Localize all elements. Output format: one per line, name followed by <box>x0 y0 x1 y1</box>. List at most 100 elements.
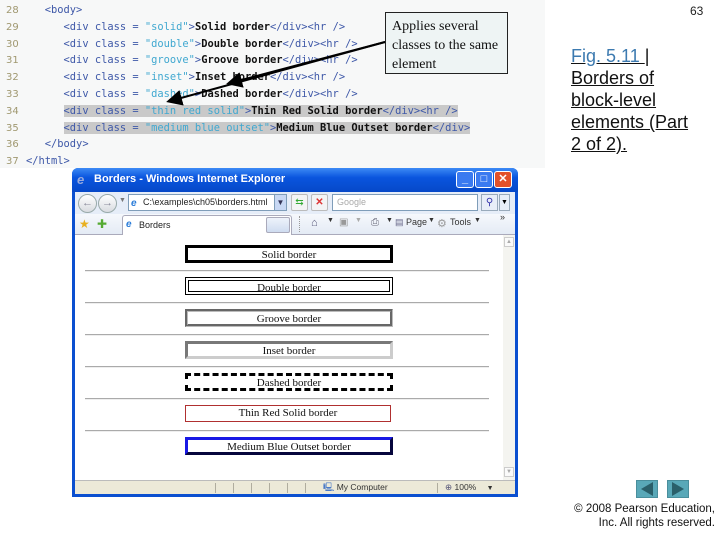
code-text: <div class = "double">Double border</div… <box>63 37 358 50</box>
prev-slide-button[interactable] <box>636 480 658 498</box>
zoom-level[interactable]: ⊕ 100% ▼ <box>445 482 494 493</box>
copyright-notice: © 2008 Pearson Education, Inc. All right… <box>560 502 715 530</box>
print-dropdown-icon[interactable]: ▼ <box>386 217 393 224</box>
line-number: 35 <box>6 122 19 134</box>
line-number: 28 <box>6 5 19 16</box>
horizontal-rule <box>85 270 489 272</box>
home-dropdown-icon[interactable]: ▼ <box>327 217 334 224</box>
code-text: <div class = "groove">Groove border</div… <box>63 54 358 67</box>
next-slide-button[interactable] <box>667 480 689 498</box>
feeds-dropdown-icon[interactable]: ▼ <box>355 217 362 224</box>
search-icon: ⚲ <box>485 197 494 208</box>
slide-number: 63 <box>690 4 704 18</box>
zoom-value: 100% <box>454 482 477 492</box>
title-bar[interactable]: e Borders - Windows Internet Explorer _ … <box>72 168 518 192</box>
minimize-button[interactable]: _ <box>456 171 474 188</box>
zone-label: My Computer <box>336 482 388 492</box>
refresh-icon: ⇆ <box>295 197 304 208</box>
back-arrow-icon: ← <box>82 197 93 209</box>
forward-arrow-icon: → <box>102 197 113 209</box>
border-demo-box: Thin Red Solid border <box>185 405 391 422</box>
code-text: <div class = "dashed">Dashed border</div… <box>63 88 358 100</box>
page-menu-icon: ▤ <box>395 217 404 227</box>
line-number: 37 <box>6 156 19 168</box>
figure-link[interactable]: Fig. 5.11 <box>571 46 645 66</box>
code-listing: 28 <body> 29 <div class = "solid">Solid b… <box>0 0 545 168</box>
stop-button[interactable]: ✕ <box>311 194 328 211</box>
horizontal-rule <box>85 430 489 432</box>
border-demo-box: Groove border <box>185 309 393 327</box>
zoom-icon: ⊕ <box>445 482 453 492</box>
scroll-up-icon[interactable]: ▲ <box>504 237 514 247</box>
code-text: </body> <box>44 138 89 151</box>
maximize-button[interactable]: □ <box>475 171 493 188</box>
print-icon[interactable]: ⎙ <box>371 217 379 228</box>
line-number: 30 <box>6 38 19 50</box>
tab-label: Borders <box>139 220 171 230</box>
tools-gear-icon: ⚙ <box>437 218 447 230</box>
border-demo-box: Double border <box>185 277 393 295</box>
zoom-dropdown-icon[interactable]: ▼ <box>487 485 494 492</box>
horizontal-rule <box>85 334 489 336</box>
status-bar: 🖳 My Computer ⊕ 100% ▼ <box>75 480 515 494</box>
feeds-icon[interactable]: ▣ <box>339 217 348 228</box>
toolbar-divider <box>299 216 300 232</box>
add-favorites-icon[interactable]: ✚ <box>97 217 107 231</box>
line-number: 32 <box>6 72 19 84</box>
scroll-down-icon[interactable]: ▼ <box>504 467 514 477</box>
address-bar[interactable]: e C:\examples\ch05\borders.html <box>128 194 286 211</box>
stop-icon: ✕ <box>315 197 324 208</box>
prev-slide-icon <box>641 482 653 496</box>
figure-caption: Fig. 5.11 | Borders of block-level eleme… <box>571 45 701 155</box>
close-button[interactable]: ✕ <box>494 171 512 188</box>
tools-dropdown-icon[interactable]: ▼ <box>474 217 481 224</box>
border-demo-box: Medium Blue Outset border <box>185 437 393 455</box>
window-title: Borders - Windows Internet Explorer <box>94 173 286 185</box>
line-number: 29 <box>6 21 19 33</box>
search-input[interactable]: Google <box>332 194 478 211</box>
page-dropdown-icon[interactable]: ▼ <box>428 217 435 224</box>
tab-bar: ★ ✚ e Borders ⌂ ▼ ▣ ▼ ⎙ ▼ ▤ Page ▼ ⚙ Too… <box>75 212 515 235</box>
go-refresh-button[interactable]: ⇆ <box>291 194 308 211</box>
code-text: <div class = "medium blue outset">Medium… <box>63 121 471 134</box>
back-button[interactable]: ← <box>78 194 97 213</box>
border-demo-box: Inset border <box>185 341 393 359</box>
tab-page-icon: e <box>126 219 132 230</box>
page-menu[interactable]: Page <box>406 217 427 227</box>
home-icon[interactable]: ⌂ <box>311 217 318 229</box>
search-button[interactable]: ⚲ <box>481 194 498 211</box>
code-text: <div class = "solid">Solid border</div><… <box>63 20 346 33</box>
browser-body: ← → ▼ e C:\examples\ch05\borders.html ▼ … <box>75 192 515 494</box>
address-value: C:\examples\ch05\borders.html <box>143 197 268 207</box>
computer-icon: 🖳 <box>323 482 335 492</box>
history-dropdown-icon[interactable]: ▼ <box>119 197 126 204</box>
copyright-line-2: Inc. All rights reserved. <box>598 517 715 529</box>
forward-button[interactable]: → <box>98 194 117 213</box>
horizontal-rule <box>85 398 489 400</box>
navigation-bar: ← → ▼ e C:\examples\ch05\borders.html ▼ … <box>75 192 515 214</box>
code-text: </html> <box>26 155 70 168</box>
border-demo-box: Solid border <box>185 245 393 263</box>
search-options-dropdown[interactable]: ▼ <box>499 194 510 211</box>
security-zone[interactable]: 🖳 My Computer <box>323 482 388 496</box>
browser-window: e Borders - Windows Internet Explorer _ … <box>72 168 518 497</box>
code-text: <body> <box>44 4 83 16</box>
ie-logo-icon: e <box>77 172 85 187</box>
new-tab-button[interactable] <box>266 217 290 233</box>
address-dropdown[interactable]: ▼ <box>274 194 287 211</box>
line-number: 34 <box>6 105 19 117</box>
code-text: <div class = "inset">Inset border</div><… <box>63 71 346 84</box>
caption-title: Borders of block-level elements (Part 2 … <box>571 68 689 154</box>
caption-separator: | <box>644 46 650 66</box>
favorites-star-icon[interactable]: ★ <box>79 217 90 231</box>
code-text: <div class = "thin red solid">Thin Red S… <box>63 104 458 117</box>
horizontal-rule <box>85 302 489 304</box>
callout-note: Applies several classes to the same elem… <box>385 12 508 74</box>
line-number: 31 <box>6 55 19 67</box>
page-content: Solid border Double border Groove border In… <box>75 235 503 480</box>
vertical-scrollbar[interactable]: ▲ ▼ <box>503 235 515 480</box>
copyright-line-1: © 2008 Pearson Education, <box>574 503 715 515</box>
line-number: 36 <box>6 139 19 151</box>
tools-menu[interactable]: Tools <box>450 217 471 227</box>
more-commands-icon[interactable]: » <box>500 212 505 222</box>
